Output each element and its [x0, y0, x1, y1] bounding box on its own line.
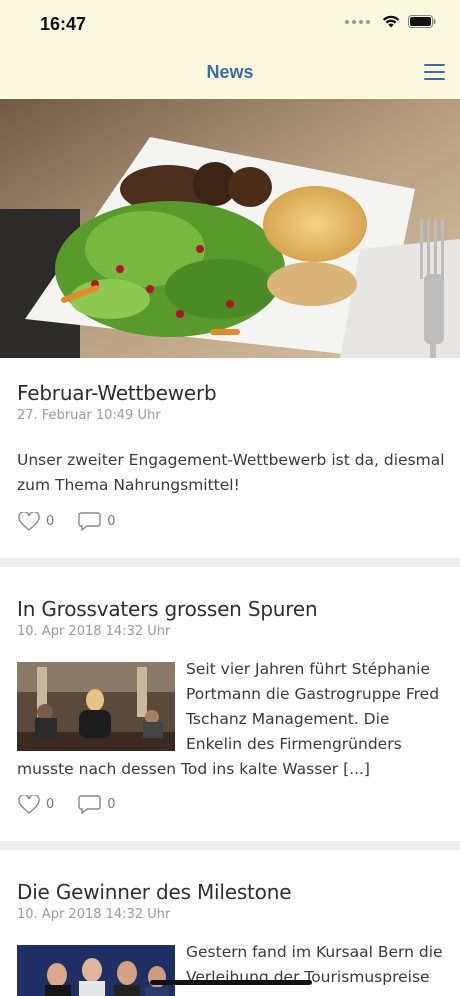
article-title[interactable]: In Grossvaters grossen Spuren	[17, 597, 318, 621]
card-separator	[0, 558, 460, 567]
status-time: 16:47	[40, 14, 87, 34]
article-text: Seit vier Jahren führt Stéphanie Portman…	[186, 660, 440, 753]
top-bar: 16:47 News	[0, 0, 460, 99]
article-text: Unser zweiter Engagement-Wettbewerb ist …	[17, 451, 445, 494]
restaurant-image	[17, 662, 175, 751]
article-date: 10. Apr 2018 14:32 Uhr	[17, 907, 171, 922]
comment-button[interactable]: 0	[78, 512, 116, 531]
like-button[interactable]: 0	[18, 795, 54, 814]
article-title[interactable]: Februar-Wettbewerb	[17, 381, 217, 405]
heart-icon	[18, 795, 40, 814]
news-card[interactable]: Februar-Wettbewerb 27. Februar 10:49 Uhr…	[0, 358, 460, 558]
like-count: 0	[46, 514, 55, 529]
news-card[interactable]: In Grossvaters grossen Spuren 10. Apr 20…	[0, 567, 460, 841]
heart-icon	[18, 512, 40, 531]
article-text-continued: musste nach dessen Tod ins kalte Wasser …	[17, 760, 370, 778]
status-icons	[345, 15, 436, 28]
page-title: News	[206, 62, 254, 82]
food-plate-image	[0, 99, 460, 358]
like-count: 0	[46, 797, 55, 812]
news-card[interactable]: Die Gewinner des Milestone 10. Apr 2018 …	[0, 850, 460, 996]
article-date: 10. Apr 2018 14:32 Uhr	[17, 624, 171, 639]
article-thumbnail[interactable]	[17, 945, 175, 996]
comment-count: 0	[107, 797, 116, 812]
hero-image[interactable]	[0, 99, 460, 358]
comment-count: 0	[107, 514, 116, 529]
signal-icon	[345, 19, 370, 24]
article-title[interactable]: Die Gewinner des Milestone	[17, 880, 292, 904]
article-date: 27. Februar 10:49 Uhr	[17, 408, 161, 423]
wifi-icon	[382, 15, 400, 28]
battery-icon	[408, 15, 436, 28]
card-separator	[0, 841, 460, 850]
article-actions: 0 0	[18, 512, 140, 531]
home-indicator	[150, 980, 312, 985]
award-ceremony-image	[17, 945, 175, 996]
comment-icon	[78, 795, 101, 814]
article-actions: 0 0	[18, 795, 140, 814]
comment-icon	[78, 512, 101, 531]
article-thumbnail[interactable]	[17, 662, 175, 751]
hamburger-menu-icon[interactable]	[424, 64, 445, 81]
like-button[interactable]: 0	[18, 512, 54, 531]
comment-button[interactable]: 0	[78, 795, 116, 814]
